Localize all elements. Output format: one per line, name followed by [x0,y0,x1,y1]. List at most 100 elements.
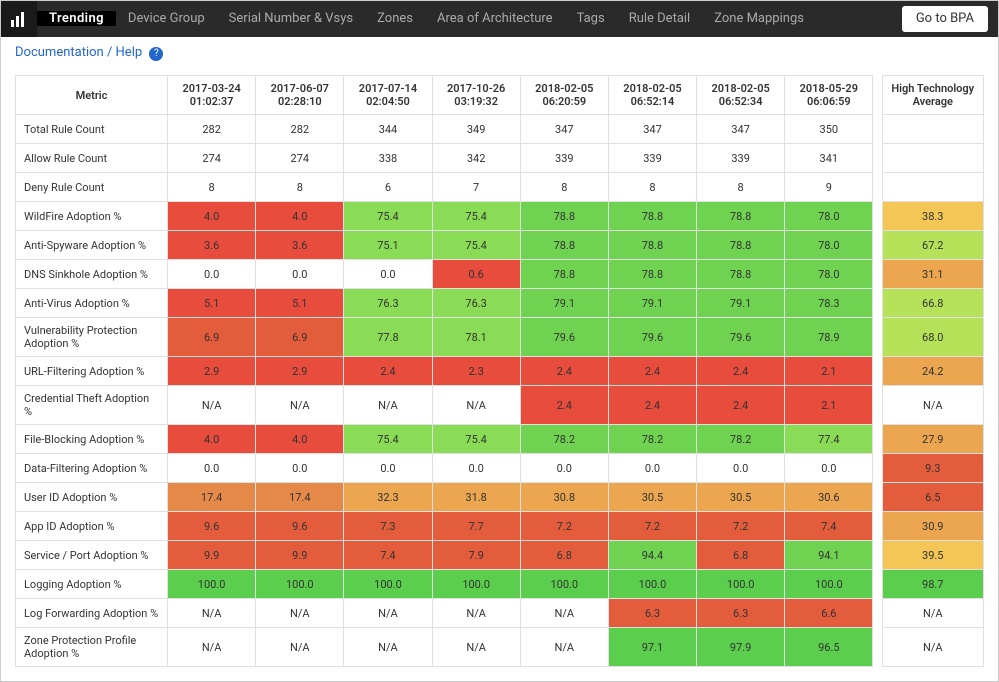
metric-label: Credential Theft Adoption % [16,386,168,425]
cell: N/A [344,386,432,425]
metric-label: Logging Adoption % [16,570,168,599]
col-header-4: 2018-02-0506:20:59 [520,76,608,115]
cell: 32.3 [344,483,432,512]
cell: 78.2 [608,425,696,454]
nav-item-serial-number-vsys[interactable]: Serial Number & Vsys [217,11,365,26]
cell: 8 [608,173,696,202]
table-row: URL-Filtering Adoption %2.92.92.42.32.42… [16,357,984,386]
cell: 2.4 [344,357,432,386]
cell: 7.2 [520,512,608,541]
nav-item-zones[interactable]: Zones [365,11,425,26]
hta-cell: 30.9 [882,512,983,541]
table-row: App ID Adoption %9.69.67.37.77.27.27.27.… [16,512,984,541]
cell: 30.5 [608,483,696,512]
cell: 31.8 [432,483,520,512]
col-header-1: 2017-06-0702:28:10 [256,76,344,115]
cell: 78.9 [785,318,873,357]
cell: 282 [168,115,256,144]
documentation-help-link[interactable]: Documentation / Help ? [15,45,163,60]
metric-label: Deny Rule Count [16,173,168,202]
hta-cell: 6.5 [882,483,983,512]
doc-link-text: Documentation / Help [15,45,142,60]
hta-cell: 39.5 [882,541,983,570]
hta-cell: 9.3 [882,454,983,483]
hta-cell [882,115,983,144]
cell: 78.8 [520,202,608,231]
cell: 77.4 [785,425,873,454]
cell: 339 [608,144,696,173]
gap-cell [873,173,882,202]
cell: 75.1 [344,231,432,260]
nav-item-trending[interactable]: Trending [37,11,116,26]
cell: 339 [697,144,785,173]
cell: 341 [785,144,873,173]
cell: 6.3 [608,599,696,628]
cell: 0.0 [608,454,696,483]
cell: 30.6 [785,483,873,512]
nav-item-zone-mappings[interactable]: Zone Mappings [702,11,816,26]
cell: 78.8 [608,202,696,231]
gap-cell [873,628,882,667]
cell: 0.0 [785,454,873,483]
cell: 9.6 [168,512,256,541]
cell: 9.6 [256,512,344,541]
cell: 97.9 [697,628,785,667]
go-to-bpa-button[interactable]: Go to BPA [902,6,988,32]
cell: 78.8 [608,231,696,260]
nav-item-area-of-architecture[interactable]: Area of Architecture [425,11,565,26]
cell: 75.4 [344,202,432,231]
cell: 6.9 [168,318,256,357]
cell: N/A [432,386,520,425]
cell: 78.3 [785,289,873,318]
cell: 75.4 [432,202,520,231]
cell: 347 [697,115,785,144]
gap-cell [873,386,882,425]
cell: 79.1 [697,289,785,318]
cell: 30.8 [520,483,608,512]
gap-cell [873,289,882,318]
cell: 100.0 [432,570,520,599]
cell: 100.0 [697,570,785,599]
cell: 0.0 [520,454,608,483]
cell: 6.6 [785,599,873,628]
table-row: Zone Protection Profile Adoption %N/AN/A… [16,628,984,667]
cell: 5.1 [168,289,256,318]
cell: 6.8 [520,541,608,570]
cell: 17.4 [168,483,256,512]
cell: 17.4 [256,483,344,512]
cell: 100.0 [608,570,696,599]
cell: 2.9 [168,357,256,386]
cell: N/A [432,628,520,667]
cell: 78.0 [785,260,873,289]
cell: 9.9 [256,541,344,570]
cell: 274 [256,144,344,173]
metric-label: Zone Protection Profile Adoption % [16,628,168,667]
hta-cell: N/A [882,599,983,628]
table-row: DNS Sinkhole Adoption %0.00.00.00.678.87… [16,260,984,289]
cell: 2.4 [697,357,785,386]
cell: 96.5 [785,628,873,667]
help-icon: ? [149,47,163,61]
table-row: Vulnerability Protection Adoption %6.96.… [16,318,984,357]
table-row: Allow Rule Count274274338342339339339341 [16,144,984,173]
trending-table: Metric2017-03-2401:02:372017-06-0702:28:… [15,75,984,667]
nav-item-device-group[interactable]: Device Group [116,11,217,26]
gap-cell [873,202,882,231]
cell: 0.0 [256,454,344,483]
cell: 274 [168,144,256,173]
hta-cell: 38.3 [882,202,983,231]
cell: 2.4 [697,386,785,425]
gap-cell [873,260,882,289]
cell: 7.2 [697,512,785,541]
cell: 350 [785,115,873,144]
metric-label: User ID Adoption % [16,483,168,512]
cell: 347 [520,115,608,144]
nav-item-tags[interactable]: Tags [565,11,617,26]
col-header-metric: Metric [16,76,168,115]
cell: 6.3 [697,599,785,628]
nav-item-rule-detail[interactable]: Rule Detail [617,11,703,26]
cell: 339 [520,144,608,173]
cell: 342 [432,144,520,173]
cell: 4.0 [256,425,344,454]
col-header-5: 2018-02-0506:52:14 [608,76,696,115]
